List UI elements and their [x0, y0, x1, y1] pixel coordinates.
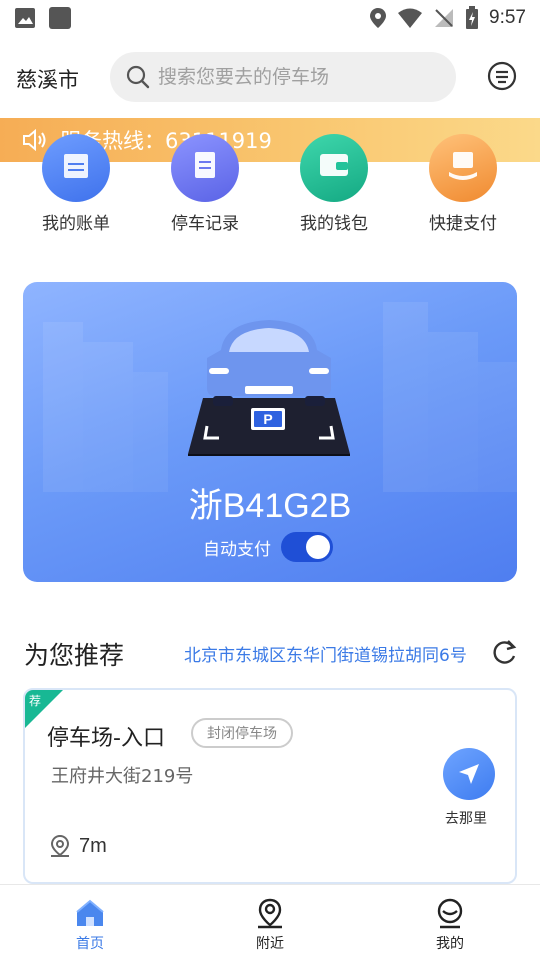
- nav-nearby[interactable]: 附近: [180, 885, 360, 960]
- car-parking-illustration: P: [188, 320, 350, 456]
- quick-item-label: 我的钱包: [300, 214, 368, 234]
- search-icon: [126, 65, 150, 89]
- nav-profile[interactable]: 我的: [360, 885, 540, 960]
- toggle-knob: [306, 535, 330, 559]
- autopay-label: 自动支付: [203, 539, 271, 560]
- quick-item-label: 停车记录: [171, 214, 239, 234]
- header: 慈溪市: [0, 50, 540, 104]
- license-plate: 浙B41G2B: [188, 487, 352, 525]
- parking-lot-name: 停车场-入口: [47, 726, 165, 751]
- app-notification-icon: [49, 7, 71, 29]
- navigate-label[interactable]: 去那里: [445, 808, 487, 828]
- vehicle-card[interactable]: P 浙B41G2B 自动支付: [23, 282, 517, 582]
- city-selector[interactable]: 慈溪市: [16, 64, 79, 94]
- nav-label: 首页: [76, 936, 104, 952]
- quick-item-label: 快捷支付: [429, 214, 497, 234]
- location-pin-icon: [50, 834, 70, 857]
- lot-type-badge: 封闭停车场: [191, 718, 293, 748]
- distance-value: 7m: [79, 834, 107, 857]
- nav-label: 附近: [256, 936, 284, 952]
- wallet-icon: [300, 134, 368, 202]
- status-bar: 9:57: [0, 0, 540, 36]
- refresh-icon[interactable]: [490, 638, 518, 666]
- profile-icon: [437, 898, 463, 929]
- quick-menu: 我的账单 停车记录 我的钱包 快捷支付: [0, 134, 540, 238]
- message-menu-icon[interactable]: [486, 60, 518, 92]
- distance-row: 7m: [49, 834, 107, 858]
- recommend-tag-text: 荐: [29, 694, 42, 708]
- navigation-arrow-icon: [459, 764, 479, 784]
- nav-home[interactable]: 首页: [0, 885, 180, 960]
- parking-lot-card[interactable]: 荐 停车场-入口 封闭停车场 王府井大街219号 去那里 7m: [23, 688, 517, 884]
- parking-sign: P: [263, 411, 272, 427]
- wifi-icon: [398, 8, 423, 28]
- search-bar[interactable]: [110, 52, 456, 102]
- nav-label: 我的: [436, 936, 464, 952]
- navigate-button[interactable]: [443, 748, 495, 800]
- location-status-icon: [370, 8, 387, 28]
- battery-charging-icon: [466, 6, 479, 29]
- recommend-title: 为您推荐: [24, 641, 125, 670]
- record-icon: [171, 134, 239, 202]
- quick-item-label: 我的账单: [42, 214, 110, 234]
- gallery-notification-icon: [15, 8, 35, 28]
- autopay-toggle[interactable]: [281, 532, 333, 562]
- speaker-icon: [23, 129, 46, 151]
- search-input[interactable]: [158, 66, 428, 88]
- autopay-row: 自动支付: [203, 532, 333, 562]
- home-icon: [76, 899, 104, 926]
- no-signal-icon: [435, 9, 454, 27]
- clock: 9:57: [489, 7, 526, 28]
- bill-icon: [42, 134, 110, 202]
- bottom-navigation: 首页 附近 我的: [0, 884, 540, 960]
- quick-pay-icon: [429, 134, 497, 202]
- nearby-location-icon: [258, 898, 282, 929]
- parking-lot-address: 王府井大街219号: [51, 766, 194, 787]
- current-location[interactable]: 北京市东城区东华门街道锡拉胡同6号: [184, 641, 467, 666]
